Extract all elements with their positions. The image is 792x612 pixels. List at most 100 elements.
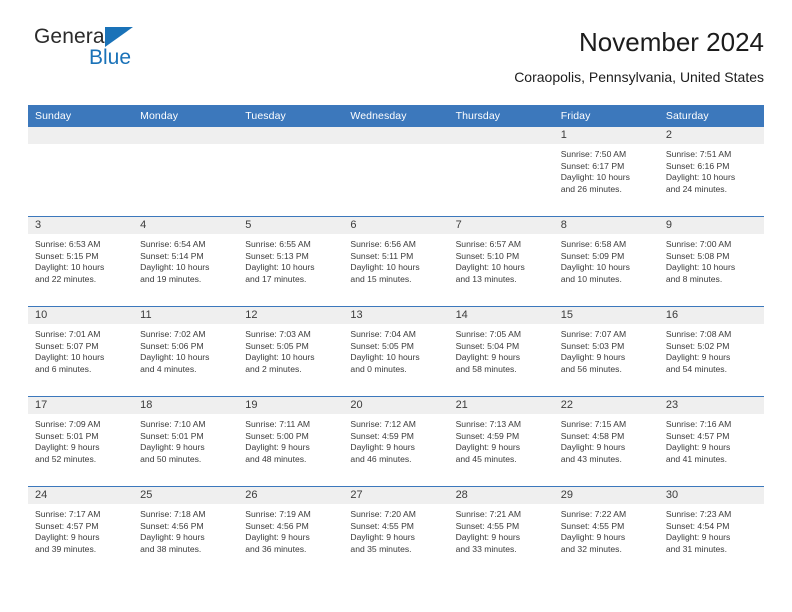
- day-number: [238, 127, 344, 144]
- sunset-text: Sunset: 4:56 PM: [245, 520, 309, 531]
- day-cell[interactable]: 2 Sunrise: 7:51 AM Sunset: 6:16 PM Dayli…: [658, 127, 764, 216]
- sunset-text: Sunset: 5:01 PM: [140, 430, 204, 441]
- sunrise-text: Sunrise: 7:22 AM: [560, 509, 627, 519]
- day-number: 20: [343, 397, 449, 414]
- day-cell[interactable]: 14 Sunrise: 7:05 AM Sunset: 5:04 PM Dayl…: [448, 307, 554, 396]
- day-cell[interactable]: 10 Sunrise: 7:01 AM Sunset: 5:07 PM Dayl…: [28, 307, 134, 396]
- sunrise-text: Sunrise: 7:02 AM: [140, 329, 206, 339]
- general-blue-logo[interactable]: General Blue: [28, 26, 158, 74]
- daylight-text-line2: and 24 minutes.: [665, 183, 727, 194]
- sunset-text: Sunset: 5:01 PM: [35, 430, 99, 441]
- day-cell[interactable]: 19 Sunrise: 7:11 AM Sunset: 5:00 PM Dayl…: [238, 397, 344, 486]
- day-cell[interactable]: 1 Sunrise: 7:50 AM Sunset: 6:17 PM Dayli…: [553, 127, 659, 216]
- daylight-text-line2: and 50 minutes.: [140, 453, 202, 464]
- day-info: Sunrise: 7:23 AM Sunset: 4:54 PM Dayligh…: [659, 504, 764, 555]
- day-number: 3: [28, 217, 134, 234]
- day-cell: [133, 127, 239, 216]
- day-info: Sunrise: 7:01 AM Sunset: 5:07 PM Dayligh…: [28, 324, 133, 375]
- daylight-text-line2: and 32 minutes.: [560, 543, 622, 554]
- week-row: 1 Sunrise: 7:50 AM Sunset: 6:17 PM Dayli…: [28, 127, 764, 216]
- day-cell[interactable]: 6 Sunrise: 6:56 AM Sunset: 5:11 PM Dayli…: [343, 217, 449, 306]
- day-number: 18: [133, 397, 239, 414]
- day-cell[interactable]: 17 Sunrise: 7:09 AM Sunset: 5:01 PM Dayl…: [28, 397, 134, 486]
- day-number: 7: [448, 217, 554, 234]
- day-cell[interactable]: 22 Sunrise: 7:15 AM Sunset: 4:58 PM Dayl…: [553, 397, 659, 486]
- sunrise-text: Sunrise: 7:03 AM: [245, 329, 311, 339]
- daylight-text-line1: Daylight: 10 hours: [560, 172, 630, 183]
- day-cell[interactable]: 5 Sunrise: 6:55 AM Sunset: 5:13 PM Dayli…: [238, 217, 344, 306]
- daylight-text-line1: Daylight: 9 hours: [665, 442, 731, 453]
- daylight-text-line2: and 48 minutes.: [245, 453, 307, 464]
- page-title: November 2024: [579, 27, 764, 57]
- day-info: Sunrise: 7:03 AM Sunset: 5:05 PM Dayligh…: [238, 324, 343, 375]
- day-cell[interactable]: 27 Sunrise: 7:20 AM Sunset: 4:55 PM Dayl…: [343, 487, 449, 577]
- sunrise-text: Sunrise: 7:04 AM: [350, 329, 416, 339]
- day-info: Sunrise: 7:17 AM Sunset: 4:57 PM Dayligh…: [28, 504, 133, 555]
- day-cell[interactable]: 26 Sunrise: 7:19 AM Sunset: 4:56 PM Dayl…: [238, 487, 344, 577]
- sunrise-text: Sunrise: 7:18 AM: [140, 509, 206, 519]
- day-cell: [238, 127, 344, 216]
- day-info: Sunrise: 7:00 AM Sunset: 5:08 PM Dayligh…: [659, 234, 764, 285]
- week-row: 17 Sunrise: 7:09 AM Sunset: 5:01 PM Dayl…: [28, 396, 764, 486]
- day-number: 21: [448, 397, 554, 414]
- sunrise-text: Sunrise: 6:53 AM: [35, 239, 101, 249]
- daylight-text-line1: Daylight: 9 hours: [455, 352, 521, 363]
- sunset-text: Sunset: 5:06 PM: [140, 340, 204, 351]
- day-cell[interactable]: 12 Sunrise: 7:03 AM Sunset: 5:05 PM Dayl…: [238, 307, 344, 396]
- day-number: 10: [28, 307, 134, 324]
- day-cell[interactable]: 8 Sunrise: 6:58 AM Sunset: 5:09 PM Dayli…: [553, 217, 659, 306]
- day-cell[interactable]: 23 Sunrise: 7:16 AM Sunset: 4:57 PM Dayl…: [658, 397, 764, 486]
- sunrise-text: Sunrise: 7:12 AM: [350, 419, 416, 429]
- day-cell[interactable]: 21 Sunrise: 7:13 AM Sunset: 4:59 PM Dayl…: [448, 397, 554, 486]
- daylight-text-line2: and 45 minutes.: [455, 453, 517, 464]
- day-cell[interactable]: 4 Sunrise: 6:54 AM Sunset: 5:14 PM Dayli…: [133, 217, 239, 306]
- day-cell[interactable]: 28 Sunrise: 7:21 AM Sunset: 4:55 PM Dayl…: [448, 487, 554, 577]
- daylight-text-line1: Daylight: 10 hours: [560, 262, 630, 273]
- sunset-text: Sunset: 4:57 PM: [35, 520, 99, 531]
- daylight-text-line1: Daylight: 10 hours: [455, 262, 525, 273]
- day-cell[interactable]: 25 Sunrise: 7:18 AM Sunset: 4:56 PM Dayl…: [133, 487, 239, 577]
- day-cell[interactable]: 3 Sunrise: 6:53 AM Sunset: 5:15 PM Dayli…: [28, 217, 134, 306]
- sunrise-text: Sunrise: 7:09 AM: [35, 419, 101, 429]
- daylight-text-line1: Daylight: 9 hours: [245, 442, 310, 453]
- daylight-text-line2: and 17 minutes.: [245, 273, 307, 284]
- sunset-text: Sunset: 5:04 PM: [455, 340, 520, 351]
- sunset-text: Sunset: 4:58 PM: [560, 430, 625, 441]
- day-info: Sunrise: 7:21 AM Sunset: 4:55 PM Dayligh…: [449, 504, 554, 555]
- daylight-text-line1: Daylight: 10 hours: [245, 352, 315, 363]
- daylight-text-line2: and 6 minutes.: [35, 363, 92, 374]
- daylight-text-line1: Daylight: 9 hours: [455, 532, 521, 543]
- calendar-page: General Blue November 2024 Coraopolis, P…: [0, 0, 792, 612]
- day-cell[interactable]: 29 Sunrise: 7:22 AM Sunset: 4:55 PM Dayl…: [553, 487, 659, 577]
- daylight-text-line1: Daylight: 10 hours: [140, 352, 210, 363]
- daylight-text-line2: and 52 minutes.: [35, 453, 97, 464]
- day-cell[interactable]: 15 Sunrise: 7:07 AM Sunset: 5:03 PM Dayl…: [553, 307, 659, 396]
- day-cell[interactable]: 7 Sunrise: 6:57 AM Sunset: 5:10 PM Dayli…: [448, 217, 554, 306]
- sunset-text: Sunset: 4:54 PM: [665, 520, 730, 531]
- day-cell[interactable]: 24 Sunrise: 7:17 AM Sunset: 4:57 PM Dayl…: [28, 487, 134, 577]
- day-cell[interactable]: 30 Sunrise: 7:23 AM Sunset: 4:54 PM Dayl…: [658, 487, 764, 577]
- day-cell[interactable]: 9 Sunrise: 7:00 AM Sunset: 5:08 PM Dayli…: [658, 217, 764, 306]
- sunrise-text: Sunrise: 6:55 AM: [245, 239, 311, 249]
- daylight-text-line2: and 0 minutes.: [350, 363, 407, 374]
- daylight-text-line2: and 15 minutes.: [350, 273, 412, 284]
- day-cell[interactable]: 20 Sunrise: 7:12 AM Sunset: 4:59 PM Dayl…: [343, 397, 449, 486]
- day-info: Sunrise: 7:02 AM Sunset: 5:06 PM Dayligh…: [133, 324, 238, 375]
- daylight-text-line1: Daylight: 10 hours: [350, 352, 420, 363]
- day-cell[interactable]: 13 Sunrise: 7:04 AM Sunset: 5:05 PM Dayl…: [343, 307, 449, 396]
- sunset-text: Sunset: 5:00 PM: [245, 430, 309, 441]
- day-number: [448, 127, 554, 144]
- sunset-text: Sunset: 6:16 PM: [665, 160, 730, 171]
- day-number: [133, 127, 239, 144]
- day-cell[interactable]: 16 Sunrise: 7:08 AM Sunset: 5:02 PM Dayl…: [658, 307, 764, 396]
- day-info: Sunrise: 7:15 AM Sunset: 4:58 PM Dayligh…: [554, 414, 659, 465]
- title-block: November 2024 Coraopolis, Pennsylvania, …: [514, 26, 764, 85]
- day-number: 27: [343, 487, 449, 504]
- daylight-text-line1: Daylight: 9 hours: [350, 532, 415, 543]
- sunrise-sunset-calendar: Sunday Monday Tuesday Wednesday Thursday…: [28, 105, 764, 577]
- day-number: 9: [658, 217, 764, 234]
- daylight-text-line2: and 41 minutes.: [665, 453, 727, 464]
- day-cell[interactable]: 18 Sunrise: 7:10 AM Sunset: 5:01 PM Dayl…: [133, 397, 239, 486]
- day-cell[interactable]: 11 Sunrise: 7:02 AM Sunset: 5:06 PM Dayl…: [133, 307, 239, 396]
- day-info: Sunrise: 7:10 AM Sunset: 5:01 PM Dayligh…: [133, 414, 238, 465]
